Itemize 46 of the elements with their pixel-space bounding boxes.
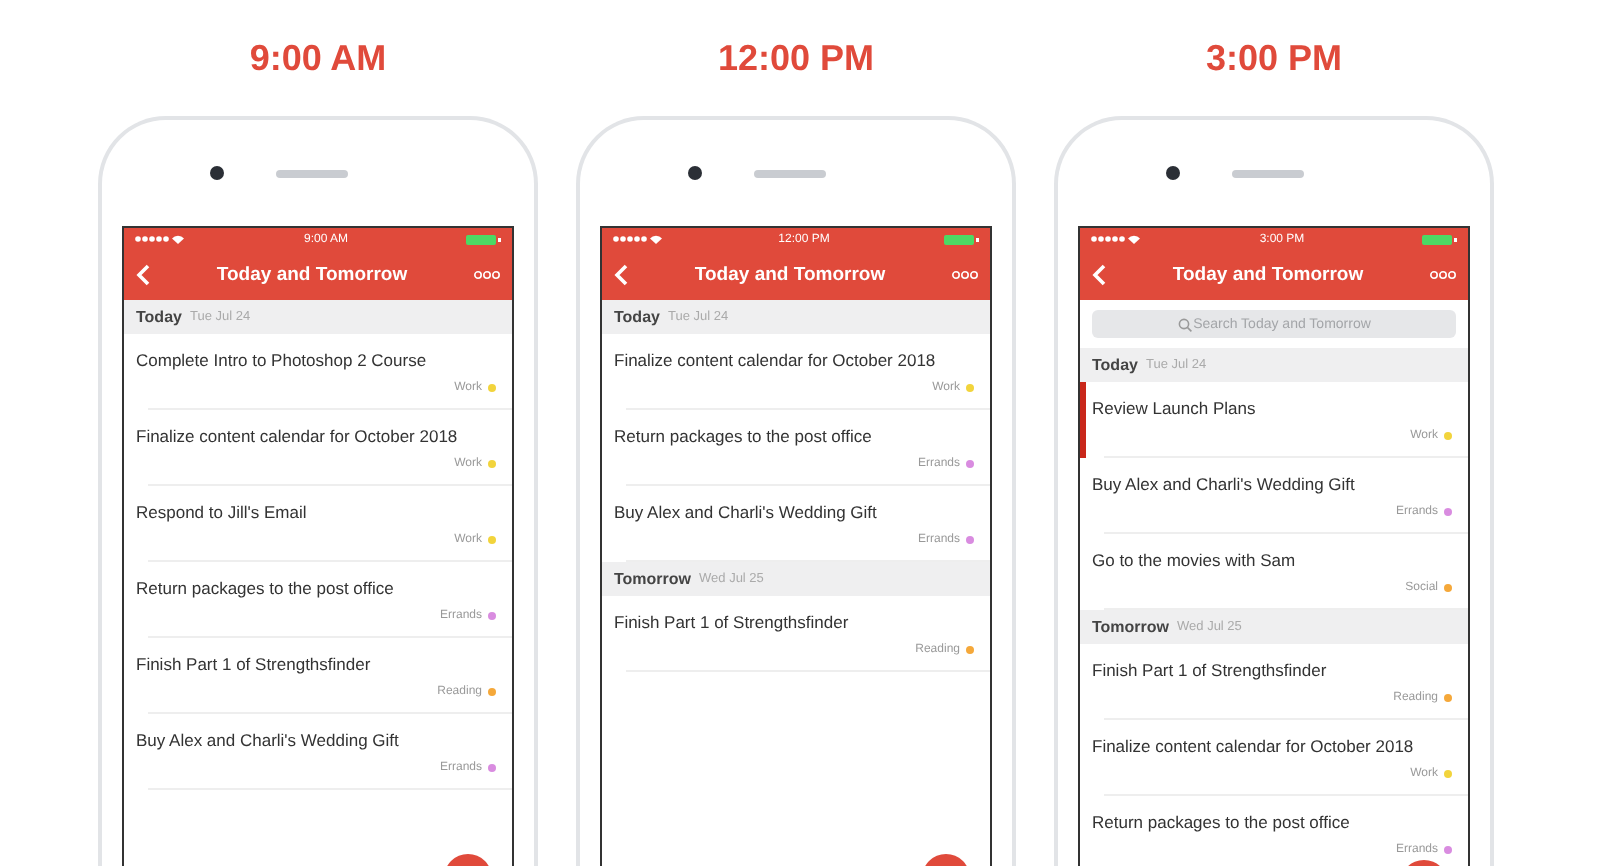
task-title: Buy Alex and Charli's Wedding Gift bbox=[614, 502, 879, 522]
camera-icon bbox=[687, 166, 701, 180]
task-title: Finish Part 1 of Strengthsfinder bbox=[1092, 660, 1329, 680]
more-icon[interactable] bbox=[474, 270, 500, 280]
section-label: Tomorrow bbox=[1092, 618, 1170, 636]
speaker-icon bbox=[275, 169, 347, 177]
task-title: Buy Alex and Charli's Wedding Gift bbox=[1092, 474, 1357, 494]
task-title: Complete Intro to Photoshop 2 Course bbox=[136, 350, 429, 370]
task-title: Finalize content calendar for October 2018 bbox=[614, 350, 938, 370]
search-icon bbox=[1178, 317, 1192, 331]
battery-icon bbox=[465, 233, 502, 245]
time-heading: 12:00 PM bbox=[717, 36, 875, 82]
more-icon[interactable] bbox=[952, 270, 978, 280]
back-icon[interactable] bbox=[1092, 264, 1106, 286]
task-title: Finalize content calendar for October 2018 bbox=[1092, 736, 1416, 756]
screen-title: Today and Tomorrow bbox=[694, 264, 886, 286]
section-label: Today bbox=[614, 308, 660, 326]
camera-icon bbox=[209, 166, 223, 180]
section-label: Today bbox=[1092, 356, 1138, 374]
section-label: Tomorrow bbox=[614, 570, 692, 588]
speaker-icon bbox=[753, 169, 825, 177]
task-title: Buy Alex and Charli's Wedding Gift bbox=[136, 730, 401, 750]
task-title: Go to the movies with Sam bbox=[1092, 550, 1298, 570]
task-title: Respond to Jill's Email bbox=[136, 502, 309, 522]
task-title: Finish Part 1 of Strengthsfinder bbox=[614, 612, 851, 632]
speaker-icon bbox=[1231, 169, 1303, 177]
battery-icon bbox=[944, 233, 980, 245]
time-heading: 9:00 AM bbox=[249, 36, 387, 82]
section-label: Today bbox=[136, 308, 182, 326]
back-icon[interactable] bbox=[136, 264, 150, 286]
battery-icon bbox=[1421, 233, 1458, 245]
camera-icon bbox=[1165, 166, 1179, 180]
signal-icon bbox=[612, 234, 664, 244]
screen-title: Today and Tomorrow bbox=[1172, 264, 1364, 286]
task-title: Finalize content calendar for October 2018 bbox=[136, 426, 460, 446]
task-title: Return packages to the post office bbox=[614, 426, 874, 446]
task-title: Return packages to the post office bbox=[136, 578, 396, 598]
more-icon[interactable] bbox=[1430, 270, 1456, 280]
signal-icon bbox=[134, 234, 186, 244]
signal-icon bbox=[1090, 234, 1142, 244]
task-title: Finish Part 1 of Strengthsfinder bbox=[136, 654, 373, 674]
task-title: Review Launch Plans bbox=[1092, 398, 1258, 418]
back-icon[interactable] bbox=[614, 264, 628, 286]
time-heading: 3:00 PM bbox=[1205, 36, 1343, 82]
screen-title: Today and Tomorrow bbox=[216, 264, 408, 286]
task-title: Return packages to the post office bbox=[1092, 812, 1352, 832]
